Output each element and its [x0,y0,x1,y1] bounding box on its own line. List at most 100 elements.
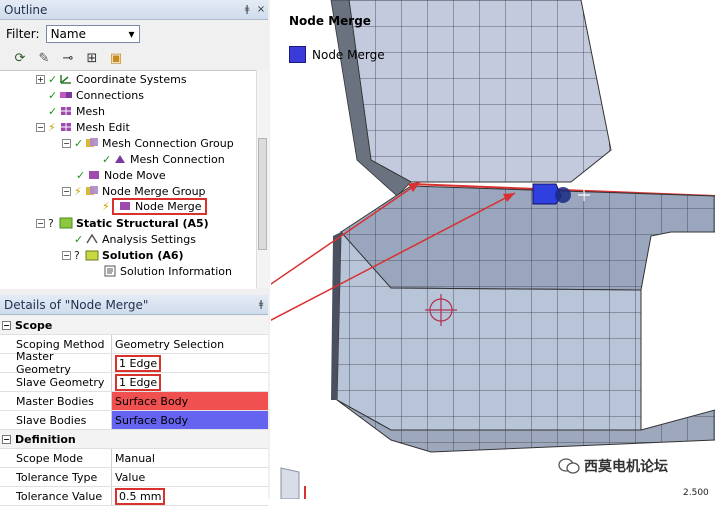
selected-item-highlight: Node Merge [112,197,207,215]
row-scope-mode[interactable]: Scope Mode Manual [0,449,268,468]
pin-icon[interactable]: ǂ [240,4,254,15]
property-key: Master Geometry [0,350,112,376]
scope-section[interactable]: − Scope [0,316,268,335]
tree-item-static-structural[interactable]: − ? Static Structural (A5) [36,215,209,231]
tree-scrollbar[interactable] [256,70,269,288]
tree-item-connections[interactable]: ✓ Connections [48,87,144,103]
tree-item-label: Static Structural (A5) [76,216,209,230]
tree-item-label: Mesh Connection [130,152,225,166]
row-master-bodies[interactable]: Master Bodies Surface Body [0,392,268,411]
filter-dropdown[interactable]: Name ▾ [45,25,140,43]
master-geometry-value[interactable]: 1 Edge [115,354,162,372]
mesh-connection-icon [115,155,125,163]
tolerance-value-field[interactable]: 0.5 mm [115,487,166,505]
watermark: 西莫电机论坛 [558,456,668,476]
tree-item-label: Solution Information [120,264,232,278]
viewport-title: Node Merge [289,14,371,28]
pin-icon[interactable]: ǂ [254,299,268,310]
tree-item-label: Solution (A6) [102,248,184,262]
group-icon [86,186,98,195]
left-panel: Outline ǂ × Filter: Name ▾ ⟳ ✎ ⊸ ⊞ ▣ + ✓… [0,0,270,506]
slave-bodies-value[interactable]: Surface Body [112,411,268,429]
property-value[interactable]: Geometry Selection [112,335,268,353]
row-tolerance-value[interactable]: Tolerance Value 0.5 mm [0,487,268,506]
row-slave-bodies[interactable]: Slave Bodies Surface Body [0,411,268,430]
filter-value: Name [50,27,86,41]
check-icon: ✓ [74,232,84,246]
tree-item-mesh-edit[interactable]: − ⚡ Mesh Edit [36,119,130,135]
question-icon: ? [48,216,54,230]
details-table: − Scope Scoping Method Geometry Selection… [0,316,268,506]
tree-item-coordinate-systems[interactable]: + ✓ Coordinate Systems [36,71,187,87]
analysis-settings-icon [86,233,98,244]
tree-item-label: Analysis Settings [102,232,196,246]
section-label: Scope [15,318,53,332]
row-slave-geometry[interactable]: Slave Geometry 1 Edge [0,373,268,392]
collapse-icon[interactable]: − [62,186,71,196]
folder-icon[interactable]: ▣ [106,49,126,67]
tree-item-label: Connections [76,88,144,102]
outline-title: Outline [4,2,48,17]
collapse-icon[interactable]: − [2,320,11,330]
node-merge-marker-shadow [555,187,571,203]
tree-item-node-move[interactable]: ✓ Node Move [76,167,166,183]
scrollbar-thumb[interactable] [258,138,267,250]
graphics-viewport[interactable]: Node Merge Node Merge [271,0,715,499]
tree-item-mesh-connection[interactable]: ✓ Mesh Connection [102,151,225,167]
property-key: Master Bodies [0,392,112,410]
master-bodies-value[interactable]: Surface Body [112,392,268,410]
mesh-edit-icon [61,123,71,131]
property-key: Scope Mode [0,449,112,467]
expand-icon[interactable]: + [36,74,45,84]
check-icon: ✓ [74,136,84,150]
tree-link-icon[interactable]: ⊸ [58,49,78,67]
node-merge-icon [120,202,130,210]
check-icon: ✓ [102,152,112,166]
tree-item-label: Node Merge Group [102,184,206,198]
watermark-text: 西莫电机论坛 [584,459,668,475]
close-icon[interactable]: × [254,4,268,15]
lightning-icon: ⚡ [48,120,56,134]
refresh-icon[interactable]: ⟳ [10,49,30,67]
property-value[interactable]: Value [112,468,268,486]
collapse-icon[interactable]: − [62,138,71,148]
tree-item-mesh[interactable]: ✓ Mesh [48,103,105,119]
solution-icon [85,250,99,261]
tree-item-analysis-settings[interactable]: ✓ Analysis Settings [74,231,196,247]
tree-item-label: Coordinate Systems [76,72,187,86]
collapse-icon[interactable]: − [36,122,45,132]
legend: Node Merge [289,46,385,63]
triad-icon [280,467,300,499]
check-icon: ✓ [48,104,58,118]
tree-item-label: Mesh Edit [76,120,130,134]
edit-icon[interactable]: ✎ [34,49,54,67]
legend-label: Node Merge [312,47,385,62]
section-label: Definition [15,432,76,446]
expand-all-icon[interactable]: ⊞ [82,49,102,67]
details-header: Details of "Node Merge" ǂ [0,295,268,315]
filter-label: Filter: [6,27,40,41]
property-value[interactable]: Manual [112,449,268,467]
mesh-icon [61,107,71,115]
collapse-icon[interactable]: − [36,218,45,228]
tree-item-solution[interactable]: − ? Solution (A6) [62,247,184,263]
collapse-icon[interactable]: − [2,434,11,444]
collapse-icon[interactable]: − [62,250,71,260]
slave-geometry-value[interactable]: 1 Edge [115,373,162,391]
tree-item-solution-information[interactable]: Solution Information [102,263,232,279]
solution-information-icon [104,265,116,277]
definition-section[interactable]: − Definition [0,430,268,449]
legend-swatch [289,46,306,63]
tree-item-mesh-connection-group[interactable]: − ✓ Mesh Connection Group [62,135,234,151]
tree-item-label: Node Merge [135,199,202,213]
property-key: Slave Geometry [0,373,112,391]
tree-item-label: Mesh Connection Group [102,136,234,150]
row-master-geometry[interactable]: Master Geometry 1 Edge [0,350,268,376]
group-icon [86,138,98,147]
row-tolerance-type[interactable]: Tolerance Type Value [0,468,268,487]
property-key: Tolerance Type [0,468,112,486]
outline-toolbar: ⟳ ✎ ⊸ ⊞ ▣ [0,46,268,70]
tree-item-node-merge[interactable]: ⚡ Node Merge [102,197,207,215]
axes-icon [60,75,71,84]
check-icon: ✓ [48,72,58,86]
